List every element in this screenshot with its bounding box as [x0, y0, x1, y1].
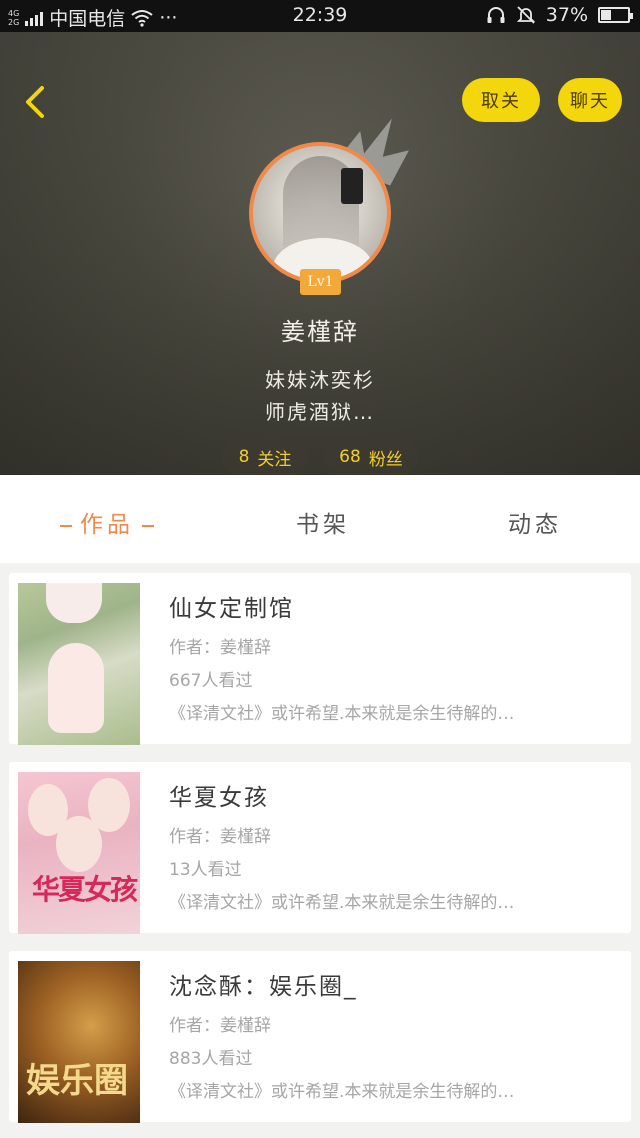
following-stat[interactable]: 8 关注 — [222, 438, 308, 475]
work-views: 667人看过 — [169, 671, 253, 691]
headphone-icon — [487, 7, 505, 23]
status-bar: 4G 2G 中国电信 ··· 22:39 37% — [0, 0, 640, 32]
avatar[interactable] — [249, 142, 391, 284]
mute-bell-icon — [516, 6, 535, 24]
work-cover[interactable]: 华夏女孩 — [18, 772, 140, 934]
tab-indicator-right — [142, 524, 154, 527]
battery-fill — [601, 10, 611, 20]
back-arrow-icon[interactable] — [18, 82, 58, 122]
profile-tabs: 作品 书架 动态 — [0, 475, 640, 563]
work-title: 仙女定制馆 — [169, 596, 294, 622]
work-cover[interactable]: 娱乐圈 — [18, 961, 140, 1123]
level-badge: Lv1 — [300, 269, 341, 295]
following-label: 关注 — [257, 449, 292, 470]
tab-activity[interactable]: 动态 — [508, 505, 562, 539]
following-count: 8 — [238, 447, 250, 467]
work-description: 《译清文社》或许希望.本来就是余生待解的… — [169, 893, 515, 913]
tab-works-label: 作品 — [80, 512, 134, 538]
work-title: 沈念酥：娱乐圈_ — [169, 974, 358, 1000]
bio-line-2: 师虎酒狱… — [265, 400, 375, 424]
work-author: 作者：姜槿辞 — [169, 638, 271, 658]
work-author: 作者：姜槿辞 — [169, 1016, 271, 1036]
work-card[interactable]: 华夏女孩 华夏女孩 作者：姜槿辞 13人看过 《译清文社》或许希望.本来就是余生… — [9, 762, 631, 934]
username: 姜槿辞 — [281, 318, 359, 346]
fans-label: 粉丝 — [368, 449, 403, 470]
battery-percent: 37% — [545, 4, 588, 26]
tab-indicator-left — [60, 524, 72, 527]
work-description: 《译清文社》或许希望.本来就是余生待解的… — [169, 704, 515, 724]
fans-count: 68 — [339, 447, 361, 467]
chat-button[interactable]: 聊天 — [558, 78, 622, 122]
work-description: 《译清文社》或许希望.本来就是余生待解的… — [169, 1082, 515, 1102]
tab-works[interactable]: 作品 — [52, 505, 162, 539]
work-views: 13人看过 — [169, 860, 242, 880]
work-card[interactable]: 娱乐圈 沈念酥：娱乐圈_ 作者：姜槿辞 883人看过 《译清文社》或许希望.本来… — [9, 951, 631, 1123]
profile-header: 取关 聊天 Lv1 姜槿辞 妹妹沐奕杉 师虎酒狱… 8 关注 68 粉丝 — [0, 32, 640, 475]
unfollow-button[interactable]: 取关 — [462, 78, 540, 122]
battery-icon — [598, 7, 633, 23]
cover-title-text: 娱乐圈 — [26, 1061, 128, 1101]
work-cover[interactable] — [18, 583, 140, 745]
work-title: 华夏女孩 — [169, 785, 269, 811]
fans-stat[interactable]: 68 粉丝 — [324, 438, 418, 475]
bio-line-1: 妹妹沐奕杉 — [265, 368, 375, 392]
cover-title-text: 华夏女孩 — [32, 873, 138, 906]
tab-bookshelf[interactable]: 书架 — [296, 505, 350, 539]
work-views: 883人看过 — [169, 1049, 253, 1069]
work-author: 作者：姜槿辞 — [169, 827, 271, 847]
work-card[interactable]: 仙女定制馆 作者：姜槿辞 667人看过 《译清文社》或许希望.本来就是余生待解的… — [9, 573, 631, 745]
